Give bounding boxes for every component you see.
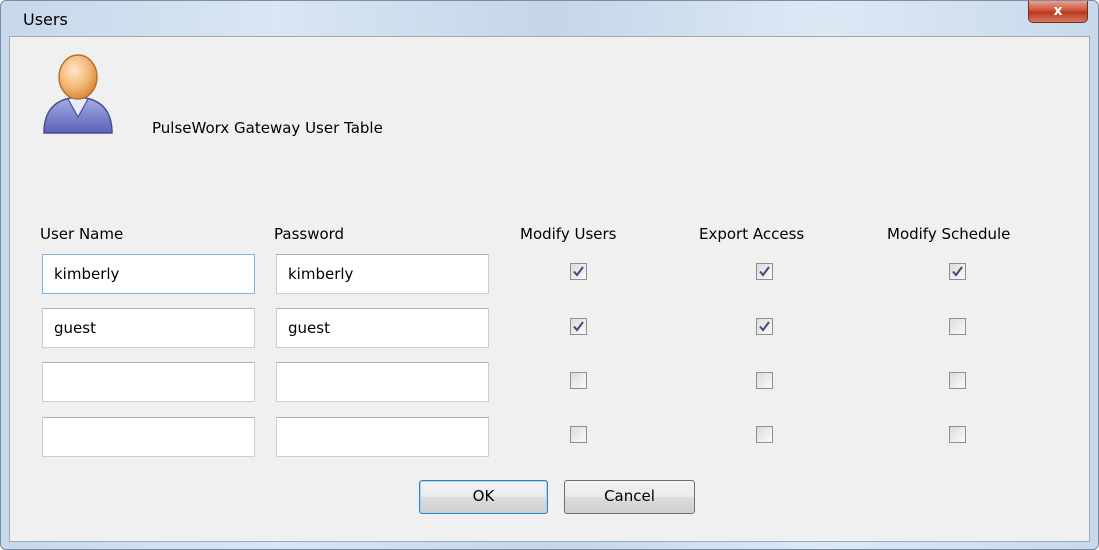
window-title: Users bbox=[23, 10, 68, 29]
export-access-checkbox[interactable] bbox=[756, 318, 773, 335]
close-icon: x bbox=[1053, 3, 1063, 19]
modify-users-checkbox[interactable] bbox=[570, 372, 587, 389]
dialog-content: PulseWorx Gateway User Table User Name P… bbox=[9, 36, 1090, 542]
column-header-modify-schedule: Modify Schedule bbox=[887, 225, 1011, 243]
users-dialog: Users x PulseWorx Gateway User Table Use… bbox=[0, 0, 1099, 550]
export-access-checkbox[interactable] bbox=[756, 426, 773, 443]
modify-users-checkbox[interactable] bbox=[570, 426, 587, 443]
cancel-button[interactable]: Cancel bbox=[564, 480, 695, 514]
user-name-field[interactable]: kimberly bbox=[42, 254, 255, 294]
checkmark-icon bbox=[952, 266, 963, 277]
ok-button[interactable]: OK bbox=[419, 480, 548, 514]
password-field[interactable] bbox=[276, 417, 489, 457]
modify-schedule-checkbox[interactable] bbox=[949, 372, 966, 389]
column-header-password: Password bbox=[274, 225, 345, 243]
checkmark-icon bbox=[573, 321, 584, 332]
checkmark-icon bbox=[759, 321, 770, 332]
modify-schedule-checkbox[interactable] bbox=[949, 426, 966, 443]
modify-users-checkbox[interactable] bbox=[570, 263, 587, 280]
title-bar[interactable]: Users x bbox=[1, 1, 1098, 36]
modify-schedule-checkbox[interactable] bbox=[949, 318, 966, 335]
close-button[interactable]: x bbox=[1028, 1, 1088, 23]
user-icon bbox=[43, 54, 113, 134]
user-name-field[interactable] bbox=[42, 417, 255, 457]
modify-schedule-checkbox[interactable] bbox=[949, 263, 966, 280]
column-header-user-name: User Name bbox=[40, 225, 124, 243]
modify-users-checkbox[interactable] bbox=[570, 318, 587, 335]
password-field[interactable]: kimberly bbox=[276, 254, 489, 294]
checkmark-icon bbox=[573, 266, 584, 277]
user-name-field[interactable] bbox=[42, 362, 255, 402]
column-header-modify-users: Modify Users bbox=[520, 225, 617, 243]
checkmark-icon bbox=[759, 266, 770, 277]
password-field[interactable] bbox=[276, 362, 489, 402]
dialog-header-title: PulseWorx Gateway User Table bbox=[152, 119, 383, 137]
password-field[interactable]: guest bbox=[276, 308, 489, 348]
column-header-export-access: Export Access bbox=[699, 225, 805, 243]
export-access-checkbox[interactable] bbox=[756, 372, 773, 389]
user-name-field[interactable]: guest bbox=[42, 308, 255, 348]
export-access-checkbox[interactable] bbox=[756, 263, 773, 280]
